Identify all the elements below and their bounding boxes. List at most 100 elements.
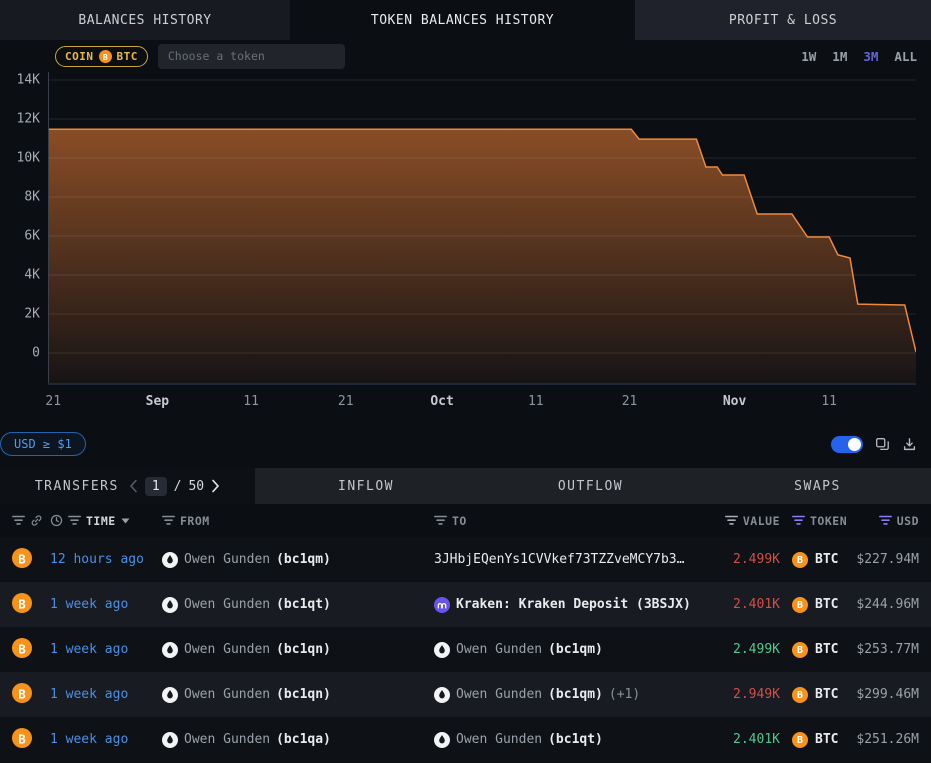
filter-icon[interactable] — [68, 515, 81, 526]
chart-toggle[interactable] — [831, 436, 863, 453]
token-symbol: BTC — [815, 552, 838, 567]
table-row[interactable]: B1 week agoOwen Gunden(bc1qa)Owen Gunden… — [0, 717, 931, 762]
entity-name: Owen Gunden — [456, 642, 542, 657]
tab-token-balances-history[interactable]: TOKEN BALANCES HISTORY — [290, 0, 635, 40]
column-label-from[interactable]: FROM — [180, 514, 210, 528]
link-icon[interactable] — [30, 514, 43, 527]
from-entity[interactable]: Owen Gunden(bc1qa) — [162, 732, 434, 748]
to-entity[interactable]: Kraken: Kraken Deposit (3BSJX) — [434, 597, 732, 613]
transfer-time-link[interactable]: 1 week ago — [50, 687, 162, 702]
copy-icon[interactable] — [875, 437, 890, 452]
btc-icon: B — [792, 642, 808, 658]
row-token-icon-cell: B — [12, 593, 50, 617]
svg-text:B: B — [797, 555, 803, 566]
usd-value: $299.46M — [856, 687, 919, 702]
row-token-icon-cell: B — [12, 638, 50, 662]
btc-icon: B — [12, 638, 32, 658]
token-cell: BBTC — [780, 597, 856, 613]
download-icon[interactable] — [902, 437, 917, 452]
column-label-value[interactable]: VALUE — [743, 514, 780, 528]
svg-text:B: B — [797, 690, 803, 701]
filter-bar-actions — [831, 436, 917, 453]
table-body: B 12 hours ago Owen Gunden (bc1qm) 3JHbjEQen… — [0, 537, 931, 762]
transfer-time-link[interactable]: 1 week ago — [50, 597, 162, 612]
usd-value: $244.96M — [856, 597, 919, 612]
prev-page-button[interactable] — [129, 479, 138, 493]
total-pages: 50 — [188, 479, 204, 494]
usd-filter-chip[interactable]: USD ≥ $1 — [0, 432, 86, 456]
next-page-button[interactable] — [211, 479, 220, 493]
avatar-icon — [162, 552, 178, 568]
coin-chip-token: BTC — [117, 50, 138, 63]
range-3m[interactable]: 3M — [863, 49, 878, 64]
table-row[interactable]: B 12 hours agoOwen Gunden(bc1qm)3JHbjEQen… — [0, 537, 931, 582]
range-all[interactable]: ALL — [894, 49, 917, 64]
avatar-icon — [162, 642, 178, 658]
balance-area-chart — [48, 72, 916, 385]
column-label-to[interactable]: TO — [452, 514, 467, 528]
to-entity[interactable]: Owen Gunden(bc1qt) — [434, 732, 732, 748]
from-entity[interactable]: Owen Gunden(bc1qm) — [162, 552, 434, 568]
entity-address: Kraken: Kraken Deposit (3BSJX) — [456, 597, 691, 612]
entity-address: (bc1qm) — [276, 552, 331, 567]
range-1m[interactable]: 1M — [832, 49, 847, 64]
filter-bar: USD ≥ $1 — [0, 420, 931, 468]
token-symbol: BTC — [815, 642, 838, 657]
entity-address: (bc1qm) — [548, 642, 603, 657]
transfer-time-link[interactable]: 12 hours ago — [50, 552, 162, 567]
transfer-time-link[interactable]: 1 week ago — [50, 732, 162, 747]
kraken-icon — [434, 597, 450, 613]
table-tab-label: TRANSFERS — [35, 479, 119, 494]
to-entity[interactable]: Owen Gunden(bc1qm)(+1) — [434, 687, 732, 703]
filter-icon[interactable] — [162, 515, 175, 526]
table-tab-inflow[interactable]: INFLOW — [255, 468, 477, 504]
pagination: 1 / 50 — [129, 477, 220, 496]
table-tab-transfers[interactable]: TRANSFERS 1 / 50 — [0, 468, 255, 504]
table-row[interactable]: B1 week agoOwen Gunden(bc1qn)Owen Gunden… — [0, 627, 931, 672]
filter-icon[interactable] — [434, 515, 447, 526]
tab-profit-loss[interactable]: PROFIT & LOSS — [635, 0, 931, 40]
transfer-value: 2.401K — [732, 732, 780, 747]
token-search-input[interactable] — [158, 44, 345, 69]
current-page[interactable]: 1 — [145, 477, 167, 496]
entity-address: (bc1qn) — [276, 642, 331, 657]
clock-icon[interactable] — [50, 514, 63, 527]
coin-filter-chip[interactable]: COIN B BTC — [55, 46, 148, 67]
from-entity[interactable]: Owen Gunden(bc1qn) — [162, 687, 434, 703]
from-entity[interactable]: Owen Gunden(bc1qt) — [162, 597, 434, 613]
table-row[interactable]: B 1 week agoOwen Gunden(bc1qn)Owen Gunden… — [0, 672, 931, 717]
table-tabbar: TRANSFERS 1 / 50 INFLOWOUTFLOWSWAPS — [0, 468, 931, 504]
page-separator: / — [174, 479, 182, 494]
to-entity[interactable]: Owen Gunden (bc1qm) — [434, 642, 732, 658]
table-tab-swaps[interactable]: SWAPS — [704, 468, 931, 504]
filter-icon[interactable] — [725, 515, 738, 526]
column-to: TO — [434, 514, 732, 528]
token-cell: BBTC — [780, 732, 856, 748]
transfer-value: 2.401K — [732, 597, 780, 612]
svg-text:B: B — [102, 52, 107, 62]
x-tick: 21 — [45, 394, 61, 409]
entity-address: 3JHbjEQenYs1CVVkef73TZZveMCY7b3… — [434, 552, 684, 567]
from-entity[interactable]: Owen Gunden(bc1qn) — [162, 642, 434, 658]
avatar-icon — [434, 687, 450, 703]
column-label-token[interactable]: TOKEN — [810, 514, 847, 528]
tab-balances-history[interactable]: BALANCES HISTORY — [0, 0, 290, 40]
filter-icon[interactable] — [792, 515, 805, 526]
filter-icon[interactable] — [12, 515, 25, 526]
x-tick: Oct — [430, 394, 453, 409]
column-time: TIME — [50, 514, 162, 528]
to-entity[interactable]: 3JHbjEQenYs1CVVkef73TZZveMCY7b3… — [434, 552, 732, 567]
column-label-usd[interactable]: USD — [897, 514, 919, 528]
btc-icon: B — [792, 597, 808, 613]
transfer-time-link[interactable]: 1 week ago — [50, 642, 162, 657]
svg-text:B: B — [18, 641, 26, 656]
table-tab-outflow[interactable]: OUTFLOW — [477, 468, 704, 504]
y-tick: 10K — [0, 151, 40, 166]
column-label-time[interactable]: TIME — [86, 514, 116, 528]
chevron-down-icon[interactable] — [121, 518, 130, 524]
entity-extra-count: (+1) — [609, 687, 640, 702]
transfer-value: 2.949K — [732, 687, 780, 702]
filter-icon[interactable] — [879, 515, 892, 526]
table-row[interactable]: B1 week agoOwen Gunden(bc1qt)Kraken: Kra… — [0, 582, 931, 627]
range-1w[interactable]: 1W — [801, 49, 816, 64]
